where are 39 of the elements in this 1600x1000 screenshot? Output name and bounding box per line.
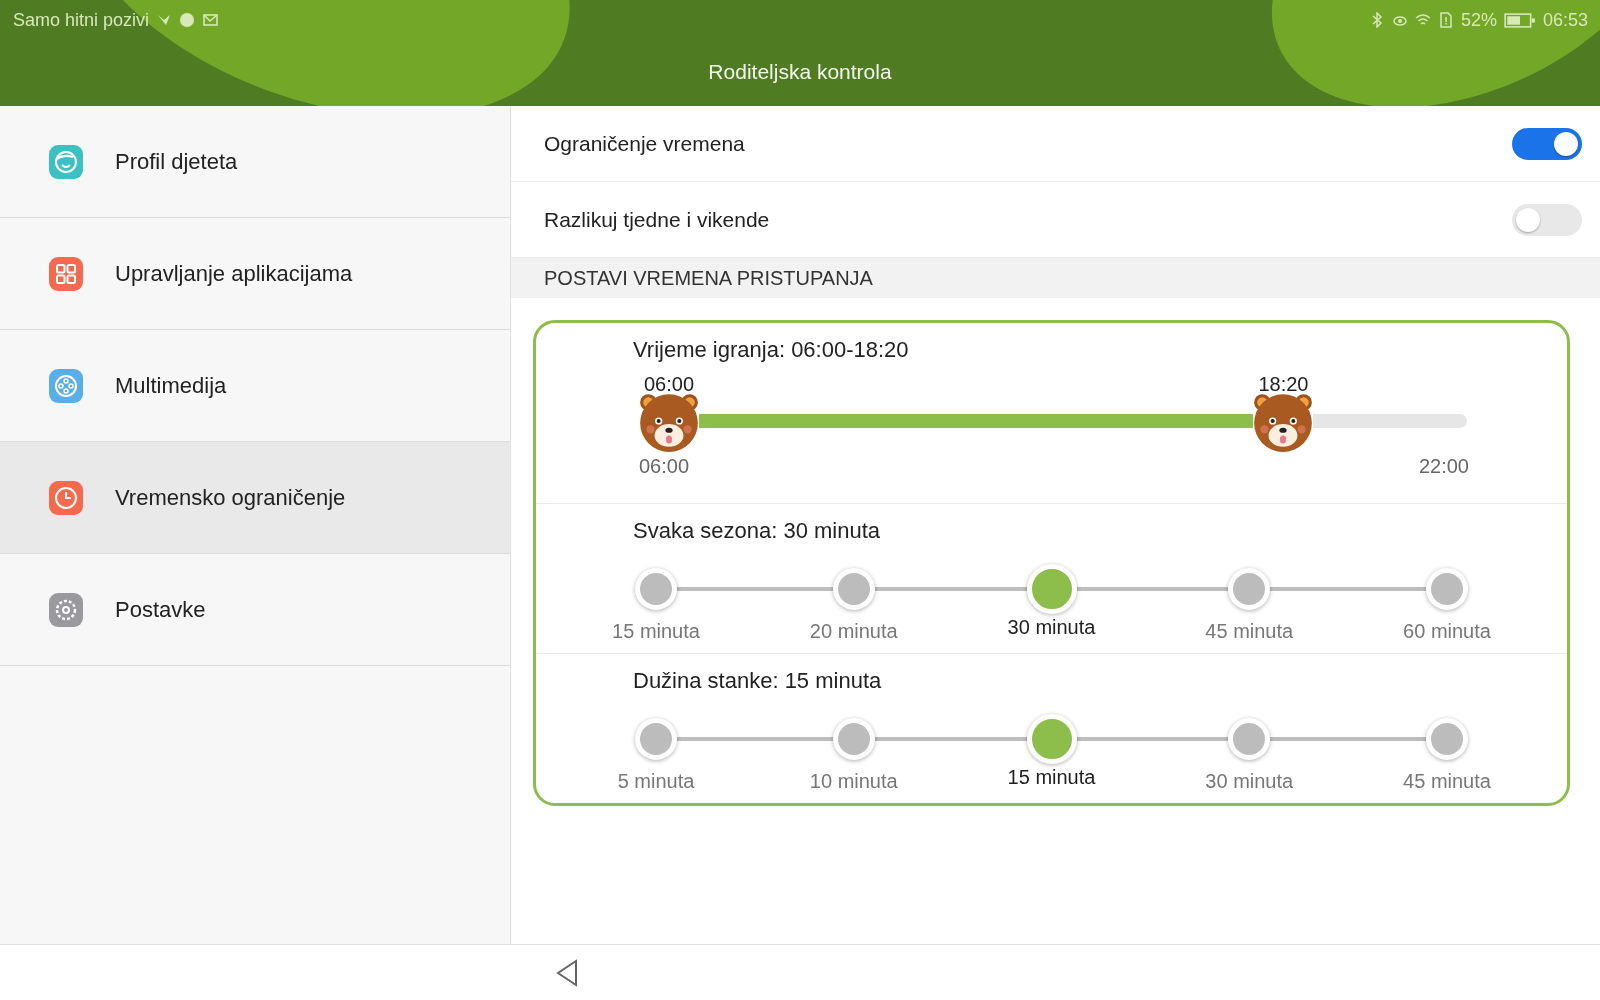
step-option-label: 60 minuta <box>1403 620 1491 643</box>
step-option-label: 45 minuta <box>1403 770 1491 793</box>
slider-title: Dužina stanke: 15 minuta <box>632 668 883 694</box>
step-option-label: 45 minuta <box>1205 620 1294 643</box>
sim-alert-icon <box>1437 12 1454 28</box>
toggle-switch[interactable] <box>1512 127 1582 160</box>
step-option-label: 5 minuta <box>617 770 695 793</box>
clock-time: 06:53 <box>1542 9 1588 31</box>
face-icon <box>49 144 83 179</box>
sidebar-item[interactable]: Postavke <box>0 554 510 666</box>
mail-icon <box>202 12 219 28</box>
slider-title: Vrijeme igranja: 06:00-18:20 <box>632 337 910 363</box>
back-icon[interactable] <box>555 958 579 987</box>
step-option-label: 30 minuta <box>1205 770 1294 793</box>
sidebar-item[interactable]: Vremensko ograničenje <box>0 442 510 554</box>
section-header: POSTAVI VREMENA PRISTUPANJA <box>511 258 1600 298</box>
sidebar-item[interactable]: Upravljanje aplikacijama <box>0 218 510 330</box>
carrier-text: Samo hitni pozivi <box>13 9 150 31</box>
setting-label: Razlikuj tjedne i vikende <box>544 207 770 232</box>
setting-label: Ograničenje vremena <box>544 131 745 156</box>
toggle-switch[interactable] <box>1512 203 1582 236</box>
battery-icon <box>1503 11 1536 29</box>
handle-time-label: 18:20 <box>1258 373 1309 396</box>
film-icon <box>49 368 83 403</box>
gear-icon <box>49 592 83 627</box>
step-option-label: 30 minuta <box>1007 616 1096 639</box>
range-max-label: 22:00 <box>1418 455 1469 478</box>
handle-time-label: 06:00 <box>643 373 695 396</box>
battery-percent: 52% <box>1460 9 1497 31</box>
step-option-label: 15 minuta <box>612 620 700 643</box>
slider-title: Svaka sezona: 30 minuta <box>632 518 882 544</box>
step-option-label: 20 minuta <box>809 620 898 643</box>
sidebar-item[interactable]: Profil djeteta <box>0 106 510 218</box>
step-option-label: 15 minuta <box>1007 766 1096 789</box>
screen-title: Roditeljska kontrola <box>707 60 893 84</box>
step-option-label: 10 minuta <box>809 770 898 793</box>
range-min-label: 06:00 <box>639 455 690 478</box>
grid-icon <box>49 256 83 291</box>
clock-icon <box>49 480 83 515</box>
